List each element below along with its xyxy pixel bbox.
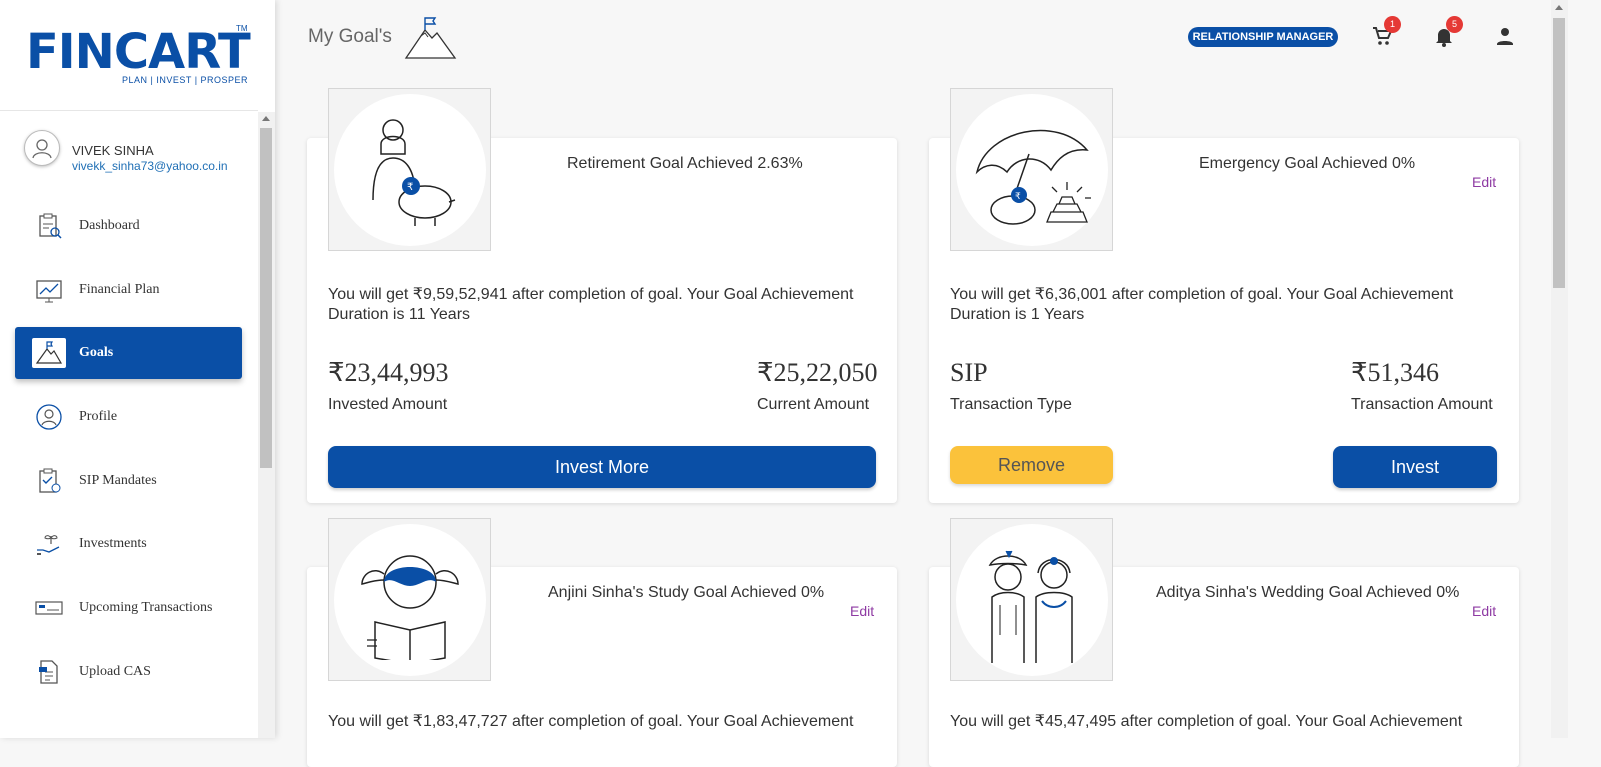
current-amount-value: ₹25,22,050: [757, 358, 878, 387]
goal-image: ₹: [950, 88, 1113, 251]
sidebar-item-goals[interactable]: Goals: [15, 327, 242, 380]
divider: [0, 110, 258, 111]
page-title: My Goal's: [308, 26, 392, 47]
sidebar-item-sip-mandates[interactable]: SIP Mandates: [15, 455, 242, 507]
sidebar: FINCART TM PLAN | INVEST | PROSPER VIVEK…: [0, 0, 275, 738]
edit-goal-link[interactable]: Edit: [850, 603, 874, 619]
invested-amount-label: Invested Amount: [328, 396, 448, 413]
dashboard-icon: [32, 211, 66, 241]
sip-mandates-icon: [32, 466, 66, 496]
goal-image: ₹: [328, 88, 491, 251]
goal-title: Anjini Sinha's Study Goal Achieved 0%: [548, 584, 825, 601]
goals-icon: [32, 338, 66, 369]
main-scrollbar[interactable]: [1551, 0, 1568, 738]
profile-icon: [32, 402, 66, 432]
emergency-umbrella-icon: ₹: [975, 129, 1091, 225]
fincart-logo[interactable]: FINCART TM PLAN | INVEST | PROSPER: [26, 24, 256, 88]
logo-tagline: PLAN | INVEST | PROSPER: [122, 75, 249, 85]
invest-more-button[interactable]: Invest More: [328, 446, 876, 488]
transaction-amount-label: Transaction Amount: [1351, 396, 1493, 413]
sidebar-scrollbar[interactable]: [258, 112, 275, 738]
cart-count-badge: 1: [1384, 16, 1401, 33]
cart-icon: [1370, 27, 1394, 52]
remove-button[interactable]: Remove: [950, 446, 1113, 484]
sidebar-item-label: Upload CAS: [79, 663, 151, 679]
goal-image: [328, 518, 491, 681]
upcoming-transactions-icon: [32, 593, 66, 623]
investments-icon: [32, 529, 66, 559]
notifications-button[interactable]: 5: [1432, 16, 1463, 52]
sidebar-item-upload-cas[interactable]: Upload CAS: [15, 646, 242, 698]
sidebar-item-dashboard[interactable]: Dashboard: [15, 200, 242, 252]
svg-text:₹: ₹: [407, 182, 413, 193]
mountain-flag-icon: [403, 14, 459, 65]
sidebar-item-label: Profile: [79, 409, 118, 425]
scrollbar-thumb[interactable]: [260, 128, 272, 468]
logo-trademark: TM: [236, 24, 248, 33]
transaction-amount-value: ₹51,346: [1351, 358, 1440, 387]
user-email: vivekk_sinha73@yahoo.co.in: [72, 159, 228, 173]
goal-description: You will get ₹45,47,495 after completion…: [950, 713, 1463, 730]
sidebar-item-profile[interactable]: Profile: [15, 391, 242, 443]
transaction-type-value: SIP: [950, 358, 988, 387]
wedding-couple-icon: [988, 550, 1073, 663]
notification-count-badge: 5: [1446, 16, 1463, 33]
retirement-piggy-bank-icon: ₹: [371, 118, 455, 226]
goal-description: You will get ₹6,36,001 after completion …: [950, 286, 1454, 323]
bell-icon: [1432, 29, 1456, 52]
goal-title: Retirement Goal Achieved 2.63%: [567, 155, 803, 172]
sidebar-item-label: Dashboard: [79, 218, 140, 233]
goal-title: Emergency Goal Achieved 0%: [1199, 155, 1416, 172]
goal-title: Aditya Sinha's Wedding Goal Achieved 0%: [1156, 584, 1460, 601]
sidebar-nav: Dashboard Financial Plan Goals Profile S…: [15, 200, 242, 710]
current-amount-label: Current Amount: [757, 396, 870, 413]
user-icon: [1493, 28, 1517, 52]
sidebar-item-label: SIP Mandates: [79, 472, 157, 488]
study-girl-reading-icon: [360, 554, 459, 660]
edit-goal-link[interactable]: Edit: [1472, 174, 1496, 190]
scrollbar-thumb[interactable]: [1553, 18, 1565, 288]
relationship-manager-button[interactable]: RELATIONSHIP MANAGER: [1188, 27, 1338, 47]
scroll-up-arrow-icon[interactable]: [262, 116, 270, 121]
invested-amount-value: ₹23,44,993: [328, 358, 449, 387]
transaction-type-label: Transaction Type: [950, 396, 1072, 413]
sidebar-item-label: Financial Plan: [79, 281, 160, 297]
sidebar-item-label: Investments: [79, 536, 147, 552]
user-name: VIVEK SINHA: [72, 143, 154, 158]
invest-button[interactable]: Invest: [1333, 446, 1497, 488]
logo-wordmark: FINCART: [26, 24, 251, 80]
svg-text:₹: ₹: [1015, 192, 1021, 202]
financial-plan-icon: [32, 275, 66, 305]
goal-description: You will get ₹9,59,52,941 after completi…: [328, 286, 854, 323]
sidebar-item-upcoming-transactions[interactable]: Upcoming Transactions: [15, 582, 242, 634]
goal-description: You will get ₹1,83,47,727 after completi…: [328, 713, 854, 730]
goal-image: [950, 518, 1113, 681]
user-info: VIVEK SINHA vivekk_sinha73@yahoo.co.in: [24, 130, 254, 180]
sidebar-item-financial-plan[interactable]: Financial Plan: [15, 264, 242, 316]
cart-button[interactable]: 1: [1370, 16, 1401, 52]
upload-cas-icon: [32, 657, 66, 687]
sidebar-item-label: Goals: [79, 345, 114, 361]
edit-goal-link[interactable]: Edit: [1472, 603, 1496, 619]
user-avatar-icon: [24, 130, 60, 166]
scroll-up-arrow-icon[interactable]: [1555, 5, 1563, 10]
sidebar-item-investments[interactable]: Investments: [15, 518, 242, 570]
account-button[interactable]: [1493, 24, 1519, 50]
sidebar-item-label: Upcoming Transactions: [79, 600, 213, 616]
